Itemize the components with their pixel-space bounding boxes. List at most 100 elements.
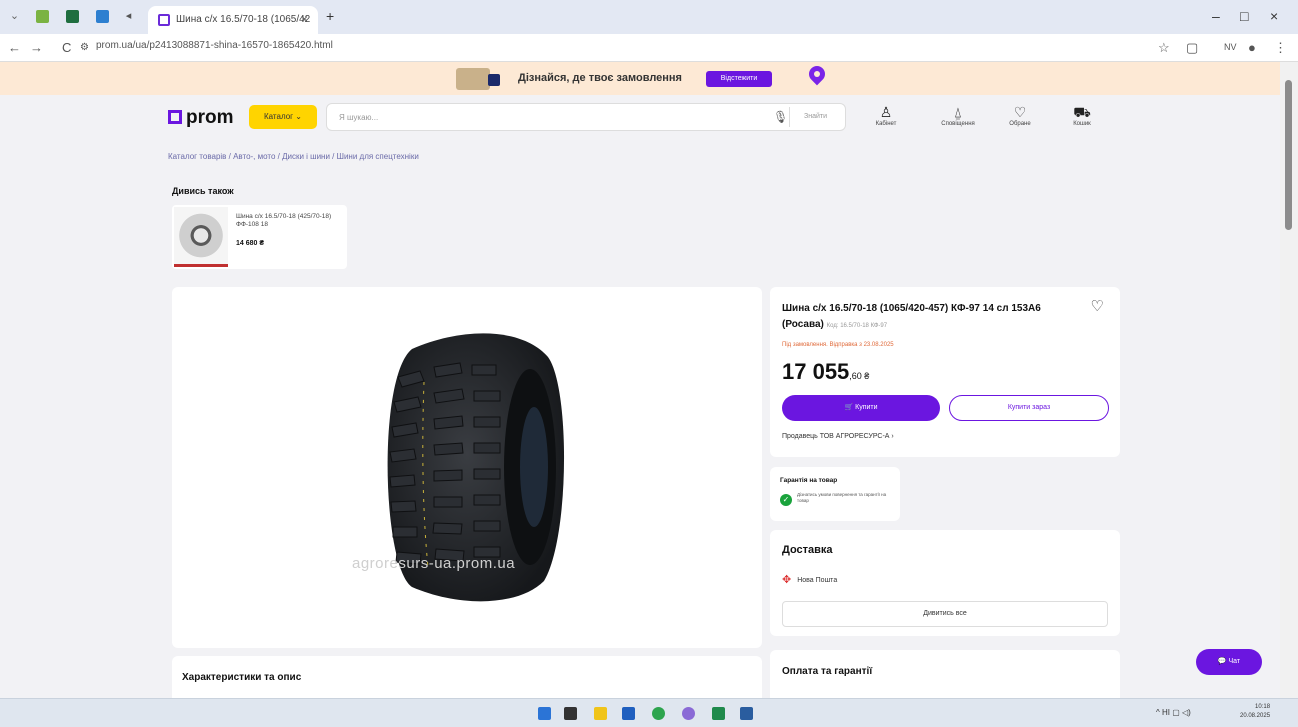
extension-icon[interactable]: NV [1224,42,1237,52]
taskbar-clock[interactable]: 10:18 20.08.2025 [1240,703,1270,721]
guarantee-card[interactable]: Гарантія на товар ✓ Дізнатись умови пове… [770,467,900,521]
page-scrollbar[interactable] [1280,62,1298,698]
order-tracking-banner: Дізнайся, де твоє замовлення Відстежити [0,62,1280,95]
buy-box: Шина с/х 16.5/70-18 (1065/420-457) КФ-97… [770,287,1120,457]
profile-avatar[interactable]: ● [1248,40,1256,55]
bookmark-star-icon[interactable]: ☆ [1158,40,1170,56]
catalog-button[interactable]: Каталог ⌄ [249,105,317,129]
cart-icon: ⛟ [1073,104,1091,120]
see-also-card[interactable]: Шина с/х 16.5/70-18 (425/70-18) ФФ-108 1… [172,205,347,269]
scrollbar-thumb[interactable] [1285,80,1292,230]
prom-logo[interactable]: prom [168,107,234,129]
heart-icon: ♡ [1013,104,1027,120]
nova-poshta-option: ✥ Нова Пошта [782,573,837,586]
nova-poshta-label: Нова Пошта [797,577,838,584]
track-order-button[interactable]: Відстежити [706,71,772,87]
price-cents: ,60 ₴ [849,371,870,381]
tab-active[interactable]: Шина с/х 16.5/70-18 (1065/42 × [148,6,318,34]
specs-card: Характеристики та опис [172,656,762,698]
prom-favicon-icon [158,14,170,26]
back-button[interactable]: ← [8,40,21,55]
microphone-icon[interactable]: 🎙 [773,110,788,124]
chrome-icon[interactable] [652,707,665,720]
buy-now-button[interactable]: Купити зараз [949,395,1109,421]
minimize-button[interactable]: – [1212,8,1220,24]
header-notifications[interactable]: ⍙ Сповіщення [928,104,988,127]
system-tray[interactable]: ^ НІ ▢ ◁) [1156,708,1191,717]
guarantee-text: Дізнатись умови повернення та гарантії н… [797,492,887,503]
header-cart-label: Кошик [1073,121,1091,127]
header-notifications-label: Сповіщення [941,121,975,127]
see-also-item-name: Шина с/х 16.5/70-18 (425/70-18) ФФ-108 1… [236,213,332,228]
close-window-button[interactable]: × [1270,8,1278,24]
delivery-title: Доставка [782,544,833,556]
product-title-text: Шина с/х 16.5/70-18 (1065/420-457) КФ-97… [782,303,1041,330]
seller-link[interactable]: Продавець ТОВ АГРОРЕСУРС-А › [782,433,894,440]
header-cart[interactable]: ⛟ Кошик [1052,104,1112,127]
tab-search-icon[interactable]: ⌄ [8,10,21,23]
file-explorer-icon[interactable] [594,707,607,720]
breadcrumb[interactable]: Каталог товарів / Авто-, мото / Диски і … [168,152,419,161]
nova-poshta-icon: ✥ [782,574,792,586]
maximize-button[interactable]: □ [1240,8,1248,24]
reading-mode-icon[interactable]: ▢ [1186,40,1198,56]
app-icon[interactable] [36,10,49,23]
tab-title: Шина с/х 16.5/70-18 (1065/42 [176,14,311,25]
payment-card: Оплата та гарантії [770,650,1120,698]
add-to-favorites-icon[interactable]: ♡ [1091,297,1104,315]
see-also-item-price: 14 680 ₴ [236,240,265,247]
shield-check-icon: ✓ [780,494,792,506]
product-code: Код: 16.5/70-18 КФ-97 [826,323,888,329]
image-watermark: agroresurs-ua.prom.ua [352,555,516,572]
guarantee-title: Гарантія на товар [780,477,838,484]
availability-status: Під замовлення. Відправка з 23.08.2025 [782,342,894,348]
reload-button[interactable]: C [62,40,71,55]
logo-square-icon [168,110,182,124]
windows-taskbar: ^ НІ ▢ ◁) 10:18 20.08.2025 [0,698,1298,727]
search-input[interactable]: Я шукаю... [339,113,378,122]
chat-button[interactable]: 💬 Чат [1196,649,1262,675]
product-title: Шина с/х 16.5/70-18 (1065/420-457) КФ-97… [782,301,1082,334]
header-favorites[interactable]: ♡ Обране [990,104,1050,127]
clock-date: 20.08.2025 [1240,713,1271,719]
store-icon[interactable] [622,707,635,720]
bell-icon: ⍙ [953,104,963,120]
view-all-delivery-button[interactable]: Дивитись все [782,601,1108,627]
delivery-card: Доставка ✥ Нова Пошта Дивитись все [770,530,1120,636]
address-bar: ← → C ⚙ prom.ua/ua/p2413088871-shina-165… [0,34,1298,62]
tab-close-icon[interactable]: × [301,12,308,26]
forward-button[interactable]: → [30,40,43,55]
app-icon[interactable] [66,10,79,23]
header-cabinet[interactable]: ♙ Кабінет [856,104,916,127]
payment-title: Оплата та гарантії [782,666,873,677]
user-icon: ♙ [879,104,893,120]
banner-text: Дізнайся, де твоє замовлення [518,72,682,84]
start-icon[interactable] [538,707,551,720]
search-taskbar-icon[interactable] [564,707,577,720]
see-also-title: Дивись також [172,186,234,196]
word-icon[interactable] [740,707,753,720]
new-tab-button[interactable]: + [326,8,334,24]
specs-title: Характеристики та опис [182,672,302,683]
clock-time: 10:18 [1255,704,1271,710]
header-cabinet-label: Кабінет [875,121,897,127]
app-icon[interactable] [96,10,109,23]
logo-text: prom [186,107,234,128]
search-bar: Я шукаю... 🎙 Знайти [326,103,846,131]
search-button[interactable]: Знайти [789,107,841,127]
product-gallery[interactable]: agroresurs-ua.prom.ua [172,287,762,648]
pinned-tab-icon[interactable]: ◂ [122,10,135,23]
price-main: 17 055 [782,359,850,384]
buy-button[interactable]: 🛒 Купити [782,395,940,421]
delivery-truck-icon [456,68,500,90]
page-content: prom Каталог ⌄ Я шукаю... 🎙 Знайти ♙ Каб… [0,95,1280,698]
map-pin-icon [805,62,829,86]
app-icon[interactable] [682,707,695,720]
url-field[interactable]: prom.ua/ua/p2413088871-shina-16570-18654… [96,40,333,51]
app-icon[interactable] [712,707,725,720]
site-info-icon[interactable]: ⚙ [80,42,89,53]
product-price: 17 055,60 ₴ [782,359,869,385]
browser-menu-icon[interactable]: ⋮ [1274,40,1287,56]
browser-tabbar: ⌄ ◂ Шина с/х 16.5/70-18 (1065/42 × + – □… [0,0,1298,34]
tire-thumbnail [174,207,228,267]
